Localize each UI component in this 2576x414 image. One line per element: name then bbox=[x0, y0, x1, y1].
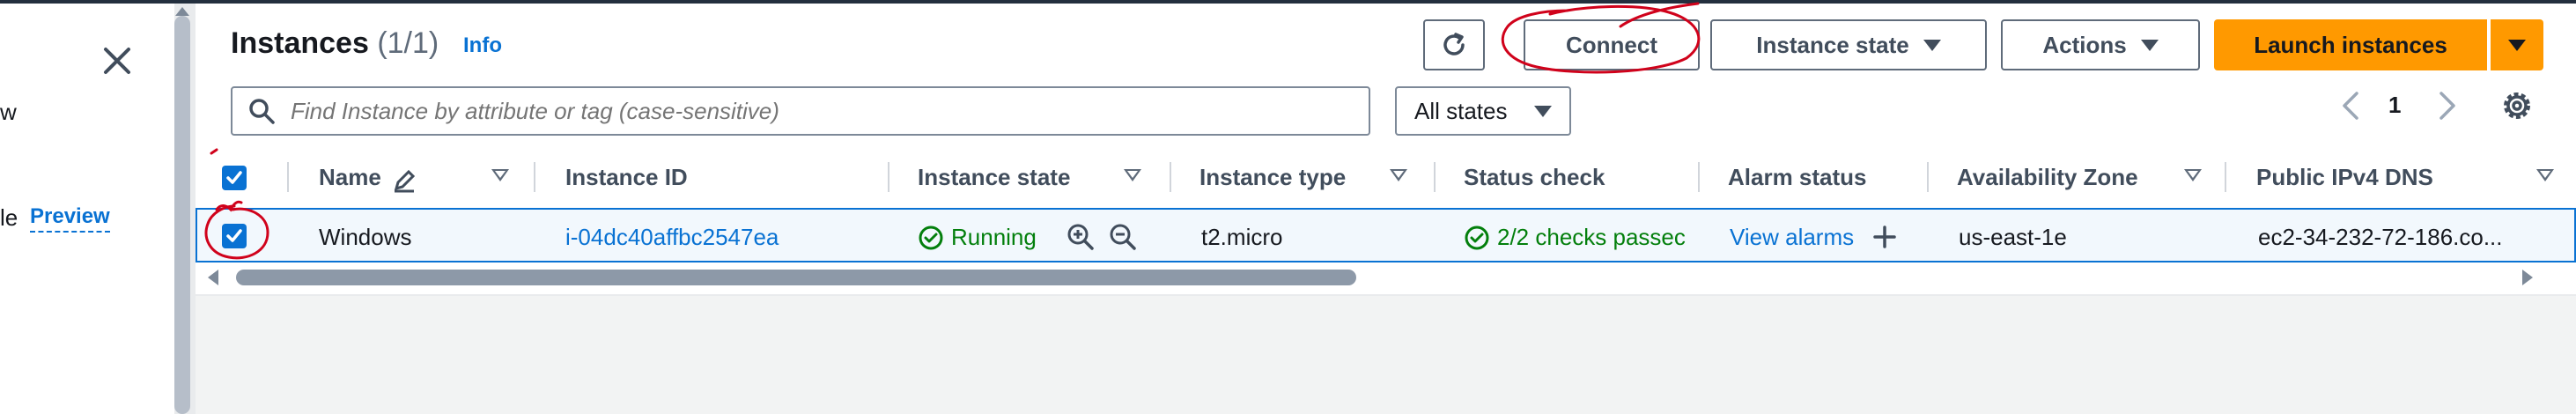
sort-icon[interactable] bbox=[491, 169, 509, 181]
scroll-right-arrow-icon[interactable] bbox=[2522, 270, 2533, 285]
cell-public-dns: ec2-34-232-72-186.co... bbox=[2258, 224, 2503, 250]
cell-availability-zone: us-east-1e bbox=[1959, 224, 2067, 250]
filter-selected-value: All states bbox=[1414, 97, 1508, 124]
column-divider[interactable] bbox=[2225, 162, 2226, 192]
column-divider[interactable] bbox=[1698, 162, 1700, 192]
caret-down-icon bbox=[1923, 39, 1941, 51]
info-link[interactable]: Info bbox=[463, 33, 502, 58]
column-header-instance-state[interactable]: Instance state bbox=[918, 164, 1070, 191]
sort-icon[interactable] bbox=[2536, 169, 2554, 181]
view-alarms-link[interactable]: View alarms bbox=[1730, 224, 1854, 251]
zoom-out-icon[interactable] bbox=[1108, 222, 1138, 252]
row-checkbox[interactable] bbox=[222, 224, 247, 248]
column-divider[interactable] bbox=[1927, 162, 1929, 192]
launch-instances-dropdown[interactable] bbox=[2491, 19, 2543, 70]
cell-instance-id-link[interactable]: i-04dc40affbc2547ea bbox=[565, 224, 779, 251]
cell-name: Windows bbox=[319, 224, 412, 250]
zoom-in-icon[interactable] bbox=[1066, 222, 1096, 252]
column-divider[interactable] bbox=[287, 162, 289, 192]
search-input[interactable] bbox=[289, 96, 1332, 126]
column-header-alarm-status[interactable]: Alarm status bbox=[1728, 164, 1867, 191]
connect-button[interactable]: Connect bbox=[1524, 19, 1700, 70]
instance-state-label: Instance state bbox=[1756, 31, 1909, 58]
sort-icon[interactable] bbox=[1390, 169, 1407, 181]
instance-state-filter[interactable]: All states bbox=[1395, 86, 1571, 136]
instance-search[interactable] bbox=[231, 86, 1370, 136]
instance-count: (1/1) bbox=[377, 26, 439, 60]
page-title: Instances (1/1) bbox=[231, 26, 439, 61]
instance-state-dropdown[interactable]: Instance state bbox=[1710, 19, 1987, 70]
column-header-name[interactable]: Name bbox=[319, 164, 381, 191]
navigation-sidebar: w le Preview bbox=[0, 4, 174, 414]
next-page-icon[interactable] bbox=[2431, 88, 2462, 123]
cell-instance-state: Running bbox=[951, 224, 1037, 250]
previous-page-icon[interactable] bbox=[2336, 88, 2367, 123]
edit-pencil-icon[interactable] bbox=[391, 167, 417, 194]
sidebar-text-fragment: w bbox=[0, 99, 17, 125]
column-divider[interactable] bbox=[534, 162, 535, 192]
cell-instance-type: t2.micro bbox=[1201, 224, 1283, 250]
scroll-left-arrow-icon[interactable] bbox=[208, 270, 218, 285]
launch-instances-button[interactable]: Launch instances bbox=[2214, 19, 2487, 70]
preview-link[interactable]: Preview bbox=[30, 204, 110, 233]
page-title-text: Instances bbox=[231, 26, 369, 60]
close-icon[interactable] bbox=[99, 42, 136, 79]
column-header-status-check[interactable]: Status check bbox=[1464, 164, 1605, 191]
actions-dropdown[interactable]: Actions bbox=[2001, 19, 2200, 70]
column-divider[interactable] bbox=[1434, 162, 1436, 192]
cell-status-check: 2/2 checks passec bbox=[1497, 224, 1686, 250]
horizontal-scroll-thumb[interactable] bbox=[236, 270, 1356, 285]
success-check-icon bbox=[919, 225, 943, 250]
refresh-icon bbox=[1443, 33, 1465, 55]
caret-down-icon bbox=[2508, 39, 2526, 51]
sidebar-scroll-thumb[interactable] bbox=[174, 16, 190, 414]
sort-icon[interactable] bbox=[1124, 169, 1141, 181]
sort-icon[interactable] bbox=[2184, 169, 2202, 181]
success-check-icon bbox=[1465, 225, 1489, 250]
column-header-instance-type[interactable]: Instance type bbox=[1199, 164, 1346, 191]
caret-down-icon bbox=[2140, 39, 2159, 51]
select-all-checkbox[interactable] bbox=[222, 166, 247, 190]
current-page-number[interactable]: 1 bbox=[2388, 92, 2401, 119]
table-header: Name Instance ID Instance state Instance… bbox=[196, 150, 2576, 206]
actions-label: Actions bbox=[2042, 31, 2127, 58]
add-alarm-plus-icon[interactable] bbox=[1872, 225, 1897, 249]
column-header-availability-zone[interactable]: Availability Zone bbox=[1957, 164, 2138, 191]
caret-down-icon bbox=[1534, 105, 1552, 117]
column-header-instance-id[interactable]: Instance ID bbox=[565, 164, 688, 191]
scroll-up-arrow-icon[interactable] bbox=[175, 7, 189, 16]
column-divider[interactable] bbox=[888, 162, 889, 192]
launch-instances-label: Launch instances bbox=[2254, 31, 2447, 58]
search-icon bbox=[249, 99, 275, 124]
column-header-public-dns[interactable]: Public IPv4 DNS bbox=[2256, 164, 2433, 191]
sidebar-text-fragment: le bbox=[0, 204, 18, 231]
connect-button-label: Connect bbox=[1566, 31, 1657, 58]
settings-gear-icon[interactable] bbox=[2499, 88, 2535, 123]
table-row[interactable]: Windows i-04dc40affbc2547ea Running t2.m… bbox=[196, 208, 2576, 262]
refresh-button[interactable] bbox=[1423, 19, 1485, 70]
column-divider[interactable] bbox=[1170, 162, 1171, 192]
